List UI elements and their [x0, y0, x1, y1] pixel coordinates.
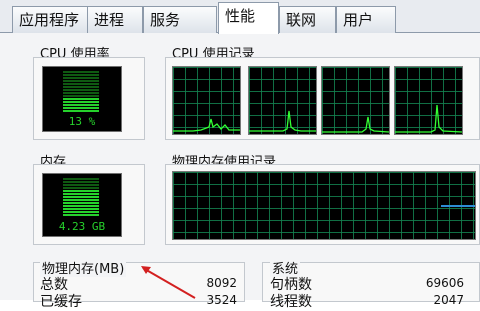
physical-memory-history-graph — [172, 171, 476, 240]
annotation-arrow — [141, 266, 196, 299]
meter-segment — [63, 83, 99, 85]
physical-memory-history-frame — [165, 164, 480, 245]
cpu-core-graph-1 — [172, 66, 241, 135]
meter-segment — [63, 181, 99, 183]
meter-segment — [63, 205, 99, 207]
cpu-core-graph-2 — [248, 66, 317, 135]
meter-segment — [63, 101, 99, 103]
meter-segment — [63, 92, 99, 94]
meter-segment — [63, 86, 99, 88]
cached-label: 已缓存 — [40, 294, 82, 310]
meter-segment — [63, 110, 99, 112]
threads-value: 2047 — [433, 293, 464, 307]
meter-segment — [63, 184, 99, 186]
meter-segment — [63, 211, 99, 213]
cpu-history-frame — [165, 57, 480, 140]
tab-networking[interactable]: 联网 — [279, 6, 336, 33]
tab-performance[interactable]: 性能 — [218, 2, 279, 34]
meter-segment — [63, 187, 99, 189]
memory-value: 4.23 GB — [58, 220, 106, 233]
cpu-usage-meter: 13 % — [42, 66, 122, 132]
tab-processes[interactable]: 进程 — [87, 6, 143, 33]
cpu-usage-value: 13 % — [68, 115, 96, 128]
meter-segment — [63, 193, 99, 195]
meter-segment — [63, 89, 99, 91]
meter-segment — [63, 199, 99, 201]
meter-segment — [63, 196, 99, 198]
threads-label: 线程数 — [270, 294, 312, 310]
meter-segment — [63, 202, 99, 204]
tab-applications[interactable]: 应用程序 — [12, 6, 88, 33]
memory-meter: 4.23 GB — [42, 173, 122, 237]
meter-segment — [63, 74, 99, 76]
handles-value: 69606 — [425, 276, 464, 290]
meter-segment — [63, 190, 99, 192]
meter-segment — [63, 208, 99, 210]
meter-segment — [63, 71, 99, 73]
meter-segment — [63, 98, 99, 100]
meter-segment — [63, 80, 99, 82]
meter-segment — [63, 95, 99, 97]
memory-frame: 4.23 GB — [33, 164, 145, 245]
cpu-core-graph-3 — [321, 66, 390, 135]
tab-services[interactable]: 服务 — [143, 6, 217, 33]
cpu-core-graph-4 — [394, 66, 463, 135]
tab-strip: 应用程序 进程 服务 性能 联网 用户 — [0, 0, 480, 34]
meter-segment — [63, 77, 99, 79]
tab-users[interactable]: 用户 — [336, 6, 396, 33]
meter-segment — [63, 214, 99, 216]
meter-segment — [63, 104, 99, 106]
meter-segment — [63, 178, 99, 180]
cpu-usage-frame: 13 % — [33, 57, 145, 140]
meter-segment — [63, 107, 99, 109]
